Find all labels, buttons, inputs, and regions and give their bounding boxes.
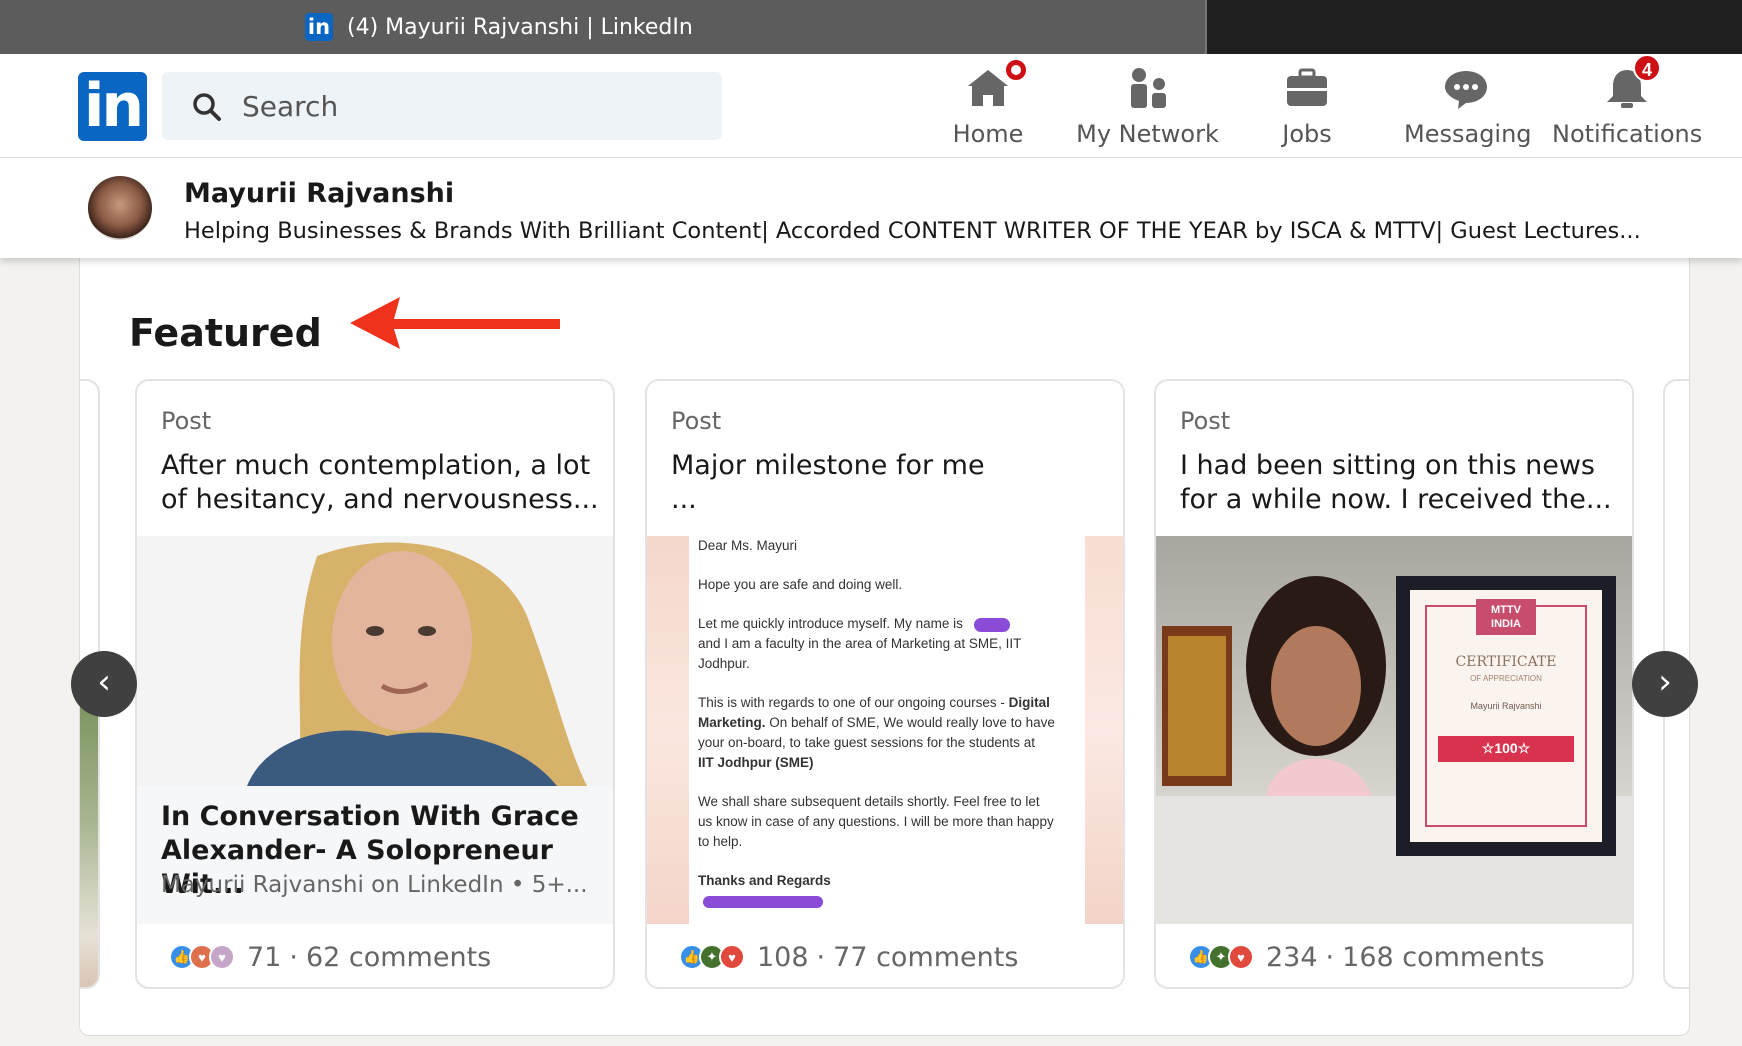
reaction-icons: 👍 ✦ ♥	[1188, 944, 1254, 970]
briefcase-icon	[1283, 66, 1331, 110]
nav-item-home[interactable]: Home	[946, 56, 1030, 156]
nav-label-notifications: Notifications	[1552, 120, 1703, 148]
award-photo: MTTV INDIA CERTIFICATE OF APPRECIATION M…	[1156, 536, 1632, 924]
featured-heading: Featured	[129, 311, 322, 355]
nav-label-jobs: Jobs	[1282, 120, 1332, 148]
top-nav: in Home My Network	[0, 54, 1742, 158]
article-caption: In Conversation With Grace Alexander- A …	[137, 786, 613, 924]
letter-line: us know in case of any questions. I will…	[698, 814, 1054, 829]
notifications-count-badge: 4	[1633, 54, 1661, 82]
item-preview-text: After much contemplation, a lot of hesit…	[161, 450, 599, 515]
letter-line: Hope you are safe and doing well.	[698, 577, 903, 592]
love-reaction-icon: ♥	[719, 944, 745, 970]
reaction-icons: 👍 ✦ ♥	[679, 944, 745, 970]
carousel-prev-button[interactable]: ‹	[71, 651, 137, 717]
profile-sticky-header: Mayurii Rajvanshi Helping Businesses & B…	[0, 158, 1742, 258]
letter-bold-text: Marketing.	[698, 715, 766, 730]
item-type-label: Post	[161, 407, 212, 435]
search-input[interactable]	[242, 86, 702, 126]
support-reaction-icon: ♥	[209, 944, 235, 970]
home-dot-badge	[1002, 56, 1030, 84]
letter-line: Jodhpur.	[698, 656, 750, 671]
linkedin-favicon-icon: in	[305, 13, 333, 41]
letter-line: your on-board, to take guest sessions fo…	[698, 735, 1035, 750]
certificate-award: ☆100☆	[1481, 740, 1531, 756]
letter-border-right	[1085, 536, 1123, 924]
redaction-scribble	[703, 896, 823, 908]
comments-count[interactable]: 62 comments	[306, 942, 491, 973]
search-box[interactable]	[162, 72, 722, 140]
love-reaction-icon: ♥	[1228, 944, 1254, 970]
certificate-heading: CERTIFICATE	[1455, 654, 1557, 670]
item-type-label: Post	[1180, 407, 1231, 435]
award-photo-background: MTTV INDIA CERTIFICATE OF APPRECIATION M…	[1156, 536, 1632, 924]
letter-closing: Thanks and Regards	[698, 873, 831, 888]
carousel-next-button[interactable]: ›	[1632, 651, 1698, 717]
search-icon	[193, 93, 221, 121]
letter-border-left	[647, 536, 689, 924]
nav-label-messaging: Messaging	[1404, 120, 1532, 148]
mttv-logo: MTTV INDIA	[1476, 599, 1536, 635]
letter-line: to help.	[698, 834, 743, 849]
item-preview-text: Major milestone for me ...	[671, 450, 985, 515]
letter-greeting: Dear Ms. Mayuri	[698, 538, 798, 553]
letter-text: This is with regards to one of our ongoi…	[698, 695, 1009, 710]
reaction-icons: 👍 ♥ ♥	[169, 944, 235, 970]
dot-separator: ·	[289, 941, 298, 973]
letter-line: Marketing. On behalf of SME, We would re…	[698, 713, 1078, 733]
reactions-count[interactable]: 108	[757, 942, 809, 973]
home-icon	[964, 56, 1030, 110]
featured-item-3[interactable]: Post I had been sitting on this news for…	[1154, 379, 1634, 989]
linkedin-logo[interactable]: in	[78, 72, 147, 141]
comments-count[interactable]: 77 comments	[833, 942, 1018, 973]
nav-label-my-network: My Network	[1076, 120, 1219, 148]
item-social-counts[interactable]: 👍 ✦ ♥ 108 · 77 comments	[679, 939, 1018, 975]
profile-name[interactable]: Mayurii Rajvanshi	[184, 178, 454, 209]
letter-text: On behalf of SME, We would really love t…	[765, 715, 1055, 730]
featured-item-1[interactable]: Post After much contemplation, a lot of …	[135, 379, 615, 989]
item-preview-text: I had been sitting on this news for a wh…	[1180, 450, 1612, 515]
letter-line: IIT Jodhpur (SME)	[698, 755, 814, 770]
letter-line: This is with regards to one of our ongoi…	[698, 693, 1078, 713]
tab-title: (4) Mayurii Rajvanshi | LinkedIn	[347, 15, 693, 40]
nav-item-notifications[interactable]: 4 Notifications	[1552, 54, 1703, 156]
featured-item-2[interactable]: Post Major milestone for me ... Dear Ms.…	[645, 379, 1125, 989]
featured-section: Featured Post After much contemplation, …	[79, 250, 1690, 1036]
letter-line: We shall share subsequent details shortl…	[698, 794, 1040, 809]
letter-image: Dear Ms. Mayuri Hope you are safe and do…	[647, 536, 1123, 924]
certificate-recipient: Mayurii Rajvanshi	[1470, 701, 1542, 711]
browser-tab-bar: in (4) Mayurii Rajvanshi | LinkedIn	[0, 0, 1742, 54]
article-subtitle: Mayurii Rajvanshi on LinkedIn • 5+...	[161, 872, 588, 898]
dot-separator: ·	[1325, 941, 1335, 973]
certificate-sub: OF APPRECIATION	[1470, 674, 1542, 683]
browser-tab[interactable]: in (4) Mayurii Rajvanshi | LinkedIn	[0, 0, 1207, 54]
nav-item-my-network[interactable]: My Network	[1075, 66, 1220, 156]
reactions-count[interactable]: 234	[1266, 942, 1318, 973]
network-icon	[1124, 66, 1172, 110]
item-type-label: Post	[671, 407, 722, 435]
item-social-counts[interactable]: 👍 ✦ ♥ 234 · 168 comments	[1188, 939, 1545, 975]
comments-count[interactable]: 168 comments	[1342, 942, 1544, 973]
item-social-counts[interactable]: 👍 ♥ ♥ 71 · 62 comments	[169, 939, 491, 975]
letter-bold-text: Digital	[1008, 695, 1050, 710]
dot-separator: ·	[816, 941, 826, 973]
nav-item-messaging[interactable]: Messaging	[1404, 66, 1532, 156]
portrait-photo	[137, 536, 613, 786]
letter-line: Let me quickly introduce myself. My name…	[698, 616, 963, 631]
award-photo-scene	[1156, 576, 1632, 924]
article-image: In Conversation With Grace Alexander- A …	[137, 536, 613, 924]
nav-label-home: Home	[952, 120, 1024, 148]
nav-item-jobs[interactable]: Jobs	[1270, 66, 1344, 156]
bell-icon: 4	[1603, 54, 1661, 110]
letter-line: and I am a faculty in the area of Market…	[698, 636, 1022, 651]
red-arrow-annotation-icon	[350, 297, 560, 349]
redaction-scribble	[974, 618, 1010, 632]
chat-bubble-icon	[1442, 66, 1490, 110]
invitation-letter: Dear Ms. Mayuri Hope you are safe and do…	[647, 536, 1123, 924]
reactions-count[interactable]: 71	[247, 942, 281, 973]
profile-headline: Helping Businesses & Brands With Brillia…	[184, 218, 1641, 244]
avatar[interactable]	[88, 176, 152, 240]
